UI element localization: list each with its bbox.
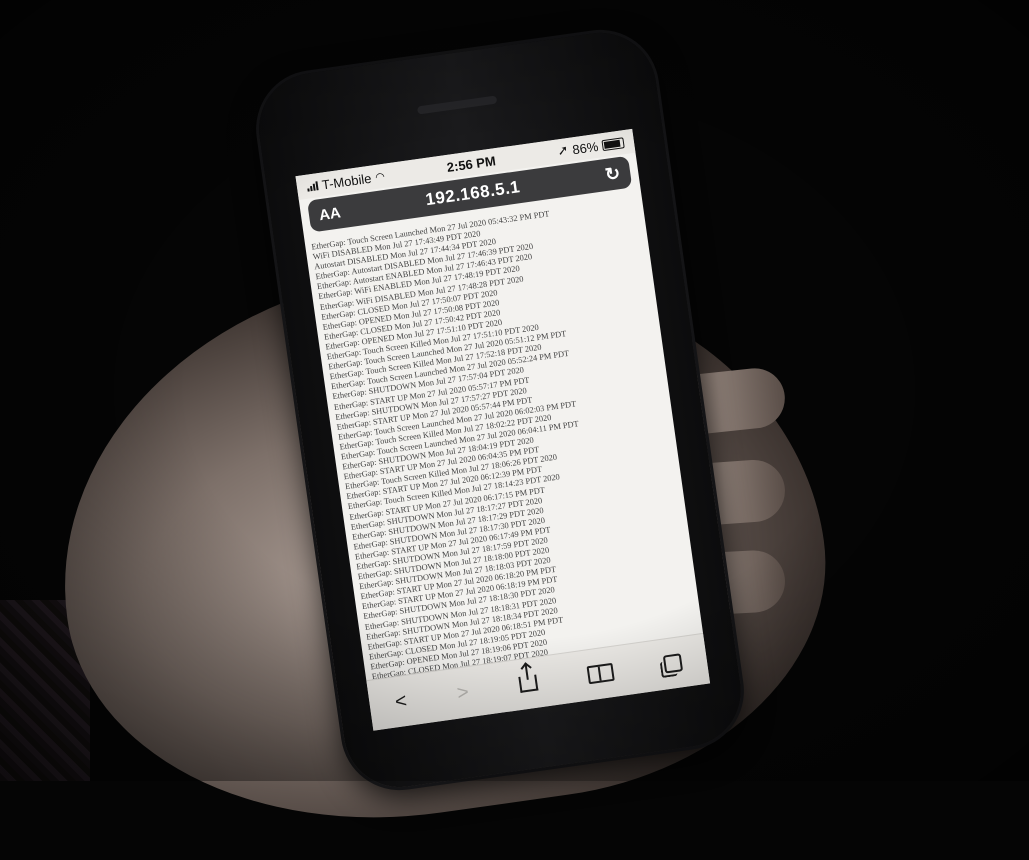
- status-left: T-Mobile ◠: [306, 168, 386, 194]
- reload-icon[interactable]: ↻: [604, 163, 622, 186]
- url-display[interactable]: 192.168.5.1: [424, 177, 521, 210]
- battery-icon: [601, 136, 625, 151]
- location-icon: ➚: [556, 142, 570, 159]
- text-size-button[interactable]: AA: [318, 204, 342, 224]
- signal-icon: [306, 180, 319, 192]
- status-time: 2:56 PM: [445, 152, 497, 175]
- battery-percent: 86%: [571, 138, 600, 157]
- share-icon[interactable]: [518, 674, 539, 693]
- status-right: ➚ 86%: [557, 134, 626, 159]
- bookmarks-icon[interactable]: [586, 662, 615, 685]
- forward-icon[interactable]: >: [456, 681, 471, 705]
- tabs-icon[interactable]: [662, 653, 683, 674]
- carrier-label: T-Mobile: [320, 170, 373, 193]
- back-icon[interactable]: <: [394, 689, 409, 713]
- log-output: EtherGap: Touch Screen Launched Mon 27 J…: [304, 192, 705, 697]
- wifi-icon: ◠: [374, 170, 386, 184]
